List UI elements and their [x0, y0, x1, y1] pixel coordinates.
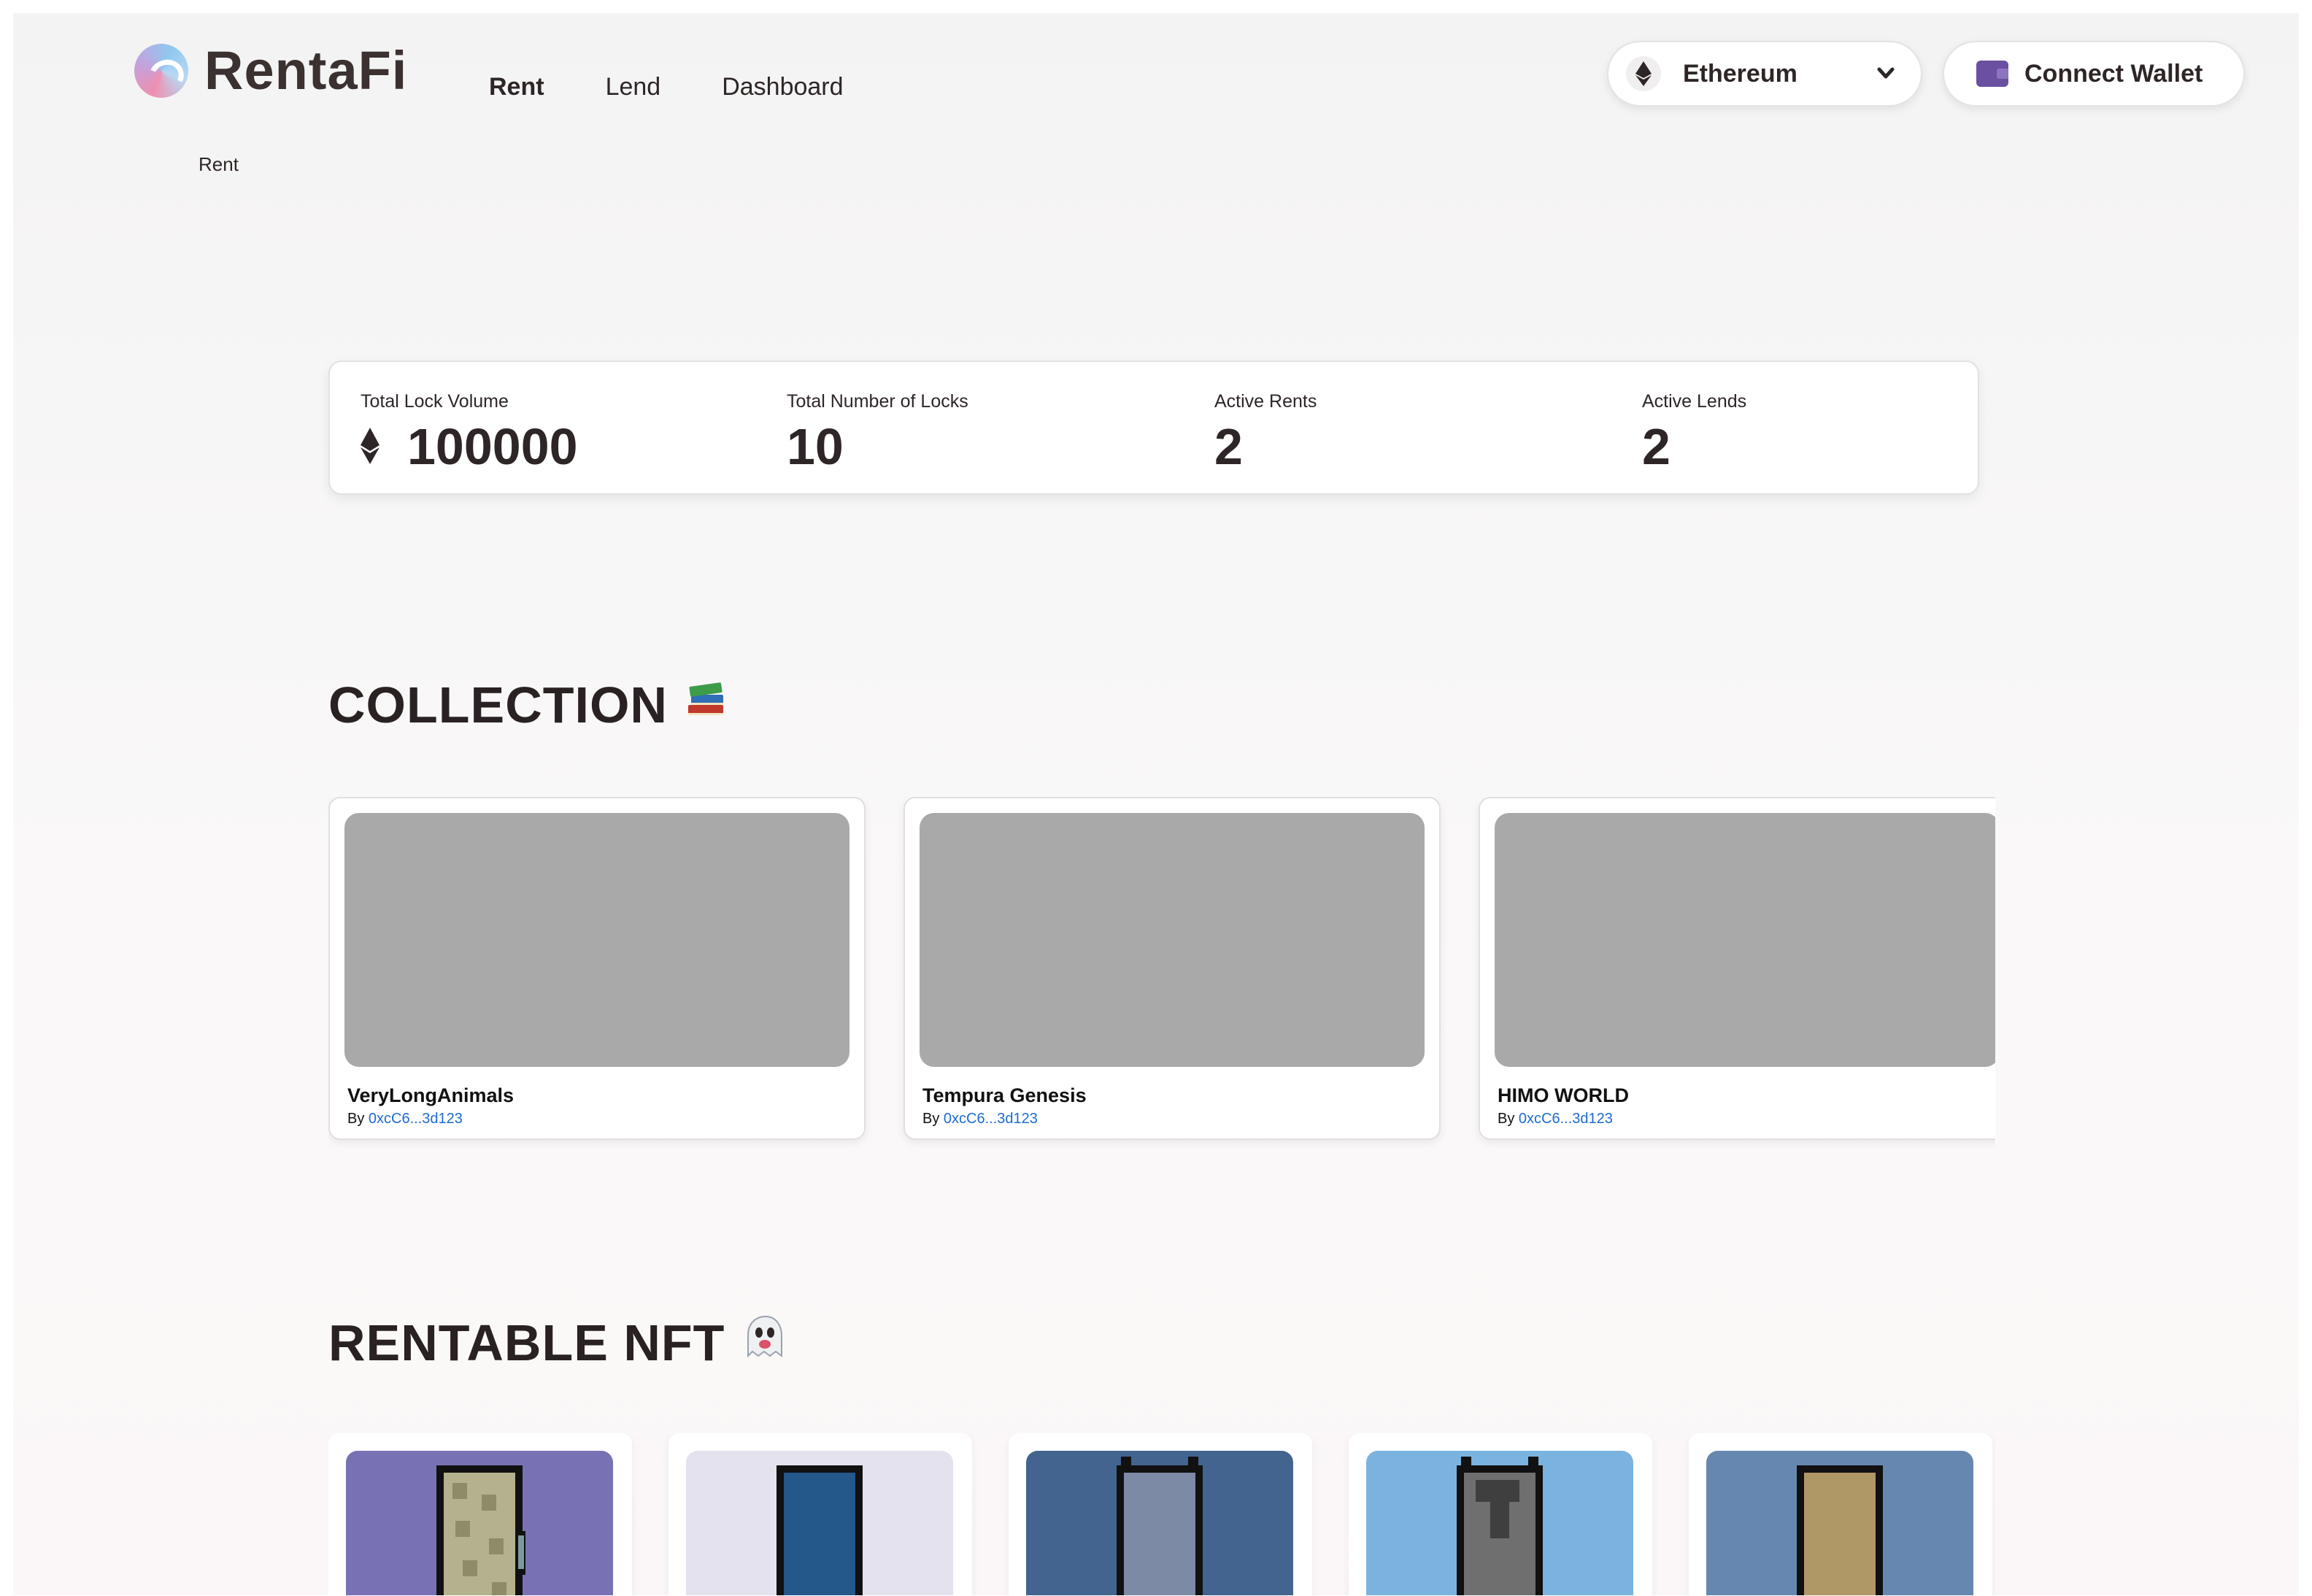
- rentable-nft-title: RENTABLE NFT: [328, 1314, 725, 1371]
- by-label: By: [1498, 1111, 1515, 1127]
- nft-image: [1706, 1451, 1973, 1595]
- app-page: RentaFi Rent Lend Dashboard Ethereum Con…: [13, 13, 2299, 1595]
- stat-label: Total Number of Locks: [787, 391, 968, 412]
- nav-lend[interactable]: Lend: [606, 73, 661, 101]
- rentafi-logo[interactable]: RentaFi: [134, 39, 407, 101]
- creator-address-link[interactable]: 0xcC6...3d123: [944, 1111, 1038, 1127]
- stat-active-lends: Active Lends 2: [1642, 391, 1746, 472]
- stat-total-lock-volume: Total Lock Volume 100000: [361, 391, 578, 472]
- collection-card[interactable]: HIMO WORLD By 0xcC6...3d123: [1479, 797, 1995, 1140]
- nft-image: [1026, 1451, 1293, 1595]
- by-label: By: [922, 1111, 940, 1127]
- ethereum-icon: [361, 421, 379, 472]
- nav-rent[interactable]: Rent: [489, 73, 544, 101]
- stat-value: 2: [1214, 418, 1243, 475]
- logo-text: RentaFi: [204, 40, 408, 101]
- stat-label: Total Lock Volume: [361, 391, 509, 412]
- nft-image: [346, 1451, 613, 1595]
- collection-name: VeryLongAnimals: [347, 1084, 515, 1106]
- chain-select[interactable]: Ethereum: [1607, 41, 1922, 107]
- rentable-nft-heading: RENTABLE NFT: [328, 1314, 787, 1372]
- nft-card[interactable]: [1689, 1433, 1992, 1595]
- collection-title: COLLECTION: [328, 676, 668, 733]
- collection-heading: COLLECTION: [328, 676, 728, 734]
- stat-label: Active Rents: [1214, 391, 1317, 412]
- stat-total-number-of-locks: Total Number of Locks 10: [787, 391, 968, 472]
- collection-name: HIMO WORLD: [1498, 1084, 1629, 1106]
- stat-value: 10: [787, 418, 844, 475]
- ethereum-icon: [1626, 56, 1661, 91]
- stat-label: Active Lends: [1642, 391, 1747, 412]
- main-nav: Rent Lend Dashboard: [489, 73, 844, 101]
- stat-active-rents: Active Rents 2: [1214, 391, 1317, 472]
- connect-wallet-label: Connect Wallet: [2024, 59, 2203, 88]
- connect-wallet-button[interactable]: Connect Wallet: [1943, 41, 2245, 107]
- nft-image: [686, 1451, 953, 1595]
- collection-thumbnail: [344, 813, 849, 1067]
- nft-card[interactable]: [328, 1433, 632, 1595]
- collection-thumbnail: [1495, 813, 1995, 1067]
- collection-thumbnail: [920, 813, 1425, 1067]
- logo-icon: [134, 43, 188, 98]
- nft-card[interactable]: [1349, 1433, 1652, 1595]
- by-label: By: [347, 1111, 365, 1127]
- collection-name: Tempura Genesis: [922, 1084, 1087, 1106]
- stats-panel: Total Lock Volume 100000 Total Number of…: [328, 361, 1979, 495]
- stat-value: 2: [1642, 418, 1671, 475]
- nft-image: [1366, 1451, 1633, 1595]
- books-icon: [684, 676, 728, 734]
- stat-value: 100000: [407, 418, 578, 475]
- collection-carousel: VeryLongAnimals By 0xcC6...3d123 Tempura…: [328, 797, 1995, 1152]
- breadcrumb: Rent: [199, 153, 239, 175]
- collection-card[interactable]: VeryLongAnimals By 0xcC6...3d123: [328, 797, 866, 1140]
- rentable-nft-grid: [328, 1433, 1995, 1595]
- ghost-icon: [741, 1314, 787, 1372]
- chevron-down-icon: [1876, 63, 1896, 87]
- nft-card[interactable]: [668, 1433, 972, 1595]
- creator-address-link[interactable]: 0xcC6...3d123: [1519, 1111, 1613, 1127]
- collection-card[interactable]: Tempura Genesis By 0xcC6...3d123: [903, 797, 1441, 1140]
- nft-card[interactable]: [1009, 1433, 1312, 1595]
- wallet-icon: [1976, 61, 2008, 87]
- creator-address-link[interactable]: 0xcC6...3d123: [369, 1111, 463, 1127]
- chain-select-value: Ethereum: [1683, 59, 1797, 88]
- nav-dashboard[interactable]: Dashboard: [722, 73, 843, 101]
